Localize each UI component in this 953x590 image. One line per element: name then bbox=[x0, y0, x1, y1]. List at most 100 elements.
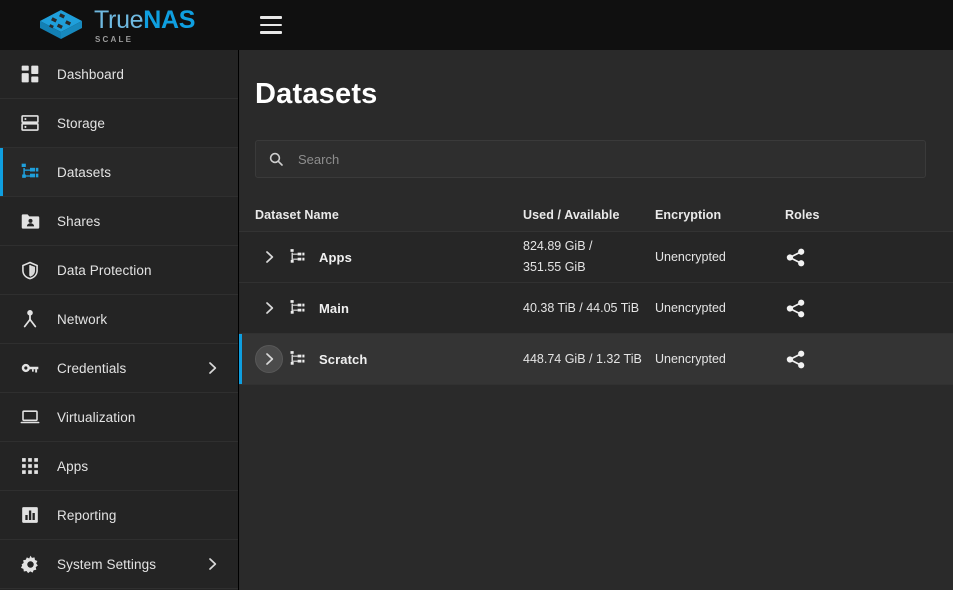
sidebar-active-accent bbox=[0, 50, 3, 98]
logo-title: TrueNAS bbox=[94, 8, 195, 33]
encryption-value: Unencrypted bbox=[655, 352, 726, 366]
truenas-logo[interactable]: TrueNAS SCALE bbox=[38, 7, 228, 44]
table-row[interactable]: Apps824.89 GiB / 351.55 GiB Unencrypted bbox=[239, 232, 953, 283]
dataset-tree-icon bbox=[285, 350, 311, 368]
sidebar-item-label: Credentials bbox=[57, 361, 204, 376]
share-icon[interactable] bbox=[785, 247, 806, 268]
main-content: Datasets Dataset Name Used / Avail bbox=[239, 50, 953, 590]
dataset-tree-icon bbox=[285, 299, 311, 317]
truenas-app-window: TrueNAS SCALE Dashboard Storage Datasets Sh… bbox=[0, 0, 953, 590]
gear-icon bbox=[13, 552, 47, 576]
page-header: Datasets bbox=[239, 50, 953, 140]
dashboard-icon bbox=[13, 62, 47, 86]
storage-icon bbox=[13, 111, 47, 135]
cell-dataset-name: Scratch bbox=[255, 345, 523, 373]
row-expand-chevron-icon[interactable] bbox=[255, 345, 283, 373]
sidebar-active-accent bbox=[0, 540, 3, 588]
chevron-right-icon[interactable] bbox=[204, 360, 220, 376]
key-icon bbox=[13, 356, 47, 380]
row-selected-accent bbox=[239, 334, 242, 384]
sidebar-active-accent bbox=[0, 393, 3, 441]
dataset-name-label: Scratch bbox=[319, 352, 367, 367]
bar-chart-icon bbox=[13, 503, 47, 527]
logo-subtitle: SCALE bbox=[95, 36, 195, 44]
sidebar-item-credentials[interactable]: Credentials bbox=[0, 344, 238, 393]
hamburger-bar bbox=[260, 31, 282, 34]
sidebar-item-label: Datasets bbox=[57, 165, 238, 180]
encryption-value: Unencrypted bbox=[655, 301, 726, 315]
sidebar-item-label: Reporting bbox=[57, 508, 238, 523]
sidebar-item-label: Apps bbox=[57, 459, 238, 474]
sidebar-item-label: Data Protection bbox=[57, 263, 238, 278]
sidebar-item-label: Dashboard bbox=[57, 67, 238, 82]
sidebar-active-accent bbox=[0, 442, 3, 490]
used-available-value: 448.74 GiB / 1.32 TiB bbox=[523, 349, 642, 370]
shares-folder-icon bbox=[13, 209, 47, 233]
sidebar-item-dashboard[interactable]: Dashboard bbox=[0, 50, 238, 99]
column-header-used-available: Used / Available bbox=[523, 208, 655, 222]
table-body: Apps824.89 GiB / 351.55 GiBUnencryptedMa… bbox=[239, 232, 953, 385]
cell-used-available: 40.38 TiB / 44.05 TiB bbox=[523, 298, 655, 319]
hamburger-menu-icon[interactable] bbox=[254, 8, 288, 42]
shield-icon bbox=[13, 258, 47, 282]
share-icon[interactable] bbox=[785, 298, 806, 319]
cell-used-available: 448.74 GiB / 1.32 TiB bbox=[523, 349, 655, 370]
share-icon[interactable] bbox=[785, 349, 806, 370]
row-expand-chevron-icon[interactable] bbox=[255, 243, 283, 271]
sidebar-item-apps[interactable]: Apps bbox=[0, 442, 238, 491]
content-filler bbox=[239, 385, 953, 590]
sidebar-item-system-settings[interactable]: System Settings bbox=[0, 540, 238, 589]
cell-used-available: 824.89 GiB / 351.55 GiB bbox=[523, 236, 655, 278]
apps-grid-icon bbox=[13, 454, 47, 478]
cell-dataset-name: Main bbox=[255, 294, 523, 322]
dataset-tree-icon bbox=[285, 248, 311, 266]
row-selected-accent bbox=[239, 283, 242, 333]
sidebar-active-accent bbox=[0, 344, 3, 392]
used-available-value: 824.89 GiB / 351.55 GiB bbox=[523, 236, 593, 278]
cell-encryption: Unencrypted bbox=[655, 301, 785, 315]
cell-encryption: Unencrypted bbox=[655, 250, 785, 264]
sidebar-item-shares[interactable]: Shares bbox=[0, 197, 238, 246]
sidebar-item-network[interactable]: Network bbox=[0, 295, 238, 344]
datasets-tree-icon bbox=[13, 160, 47, 184]
sidebar-item-reporting[interactable]: Reporting bbox=[0, 491, 238, 540]
sidebar-item-data-protection[interactable]: Data Protection bbox=[0, 246, 238, 295]
sidebar-item-storage[interactable]: Storage bbox=[0, 99, 238, 148]
row-expand-chevron-icon[interactable] bbox=[255, 294, 283, 322]
search-input[interactable] bbox=[298, 152, 913, 167]
sidebar-active-accent bbox=[0, 295, 3, 343]
logo-nas-text: NAS bbox=[143, 6, 195, 34]
hamburger-bar bbox=[260, 24, 282, 27]
column-header-dataset-name: Dataset Name bbox=[255, 208, 523, 222]
row-selected-accent bbox=[239, 232, 242, 282]
used-available-value: 40.38 TiB / 44.05 TiB bbox=[523, 298, 639, 319]
sidebar-navigation: Dashboard Storage Datasets Shares Data Prote… bbox=[0, 50, 239, 590]
sidebar-item-virtualization[interactable]: Virtualization bbox=[0, 393, 238, 442]
table-row[interactable]: Scratch 448.74 GiB / 1.32 TiB Unencrypted bbox=[239, 334, 953, 385]
sidebar-item-datasets[interactable]: Datasets bbox=[0, 148, 238, 197]
truenas-cube-logo-icon bbox=[38, 9, 84, 41]
laptop-icon bbox=[13, 405, 47, 429]
dataset-name-label: Main bbox=[319, 301, 349, 316]
sidebar-active-accent bbox=[0, 99, 3, 147]
search-box[interactable] bbox=[255, 140, 926, 178]
sidebar-active-accent bbox=[0, 148, 3, 196]
sidebar-item-label: Network bbox=[57, 312, 238, 327]
cell-dataset-name: Apps bbox=[255, 243, 523, 271]
table-row[interactable]: Main 40.38 TiB / 44.05 TiB Unencrypted bbox=[239, 283, 953, 334]
column-header-encryption: Encryption bbox=[655, 208, 785, 222]
network-icon bbox=[13, 307, 47, 331]
page-title: Datasets bbox=[255, 78, 953, 111]
sidebar-item-label: System Settings bbox=[57, 557, 204, 572]
logo-true-text: True bbox=[94, 6, 143, 34]
column-header-roles: Roles bbox=[785, 208, 885, 222]
encryption-value: Unencrypted bbox=[655, 250, 726, 264]
hamburger-bar bbox=[260, 16, 282, 19]
logo-text: TrueNAS SCALE bbox=[94, 8, 195, 44]
top-bar: TrueNAS SCALE bbox=[0, 0, 953, 50]
chevron-right-icon[interactable] bbox=[204, 556, 220, 572]
search-region bbox=[239, 140, 953, 178]
cell-roles bbox=[785, 349, 885, 370]
table-header-row: Dataset Name Used / Available Encryption… bbox=[239, 198, 953, 232]
sidebar-active-accent bbox=[0, 491, 3, 539]
